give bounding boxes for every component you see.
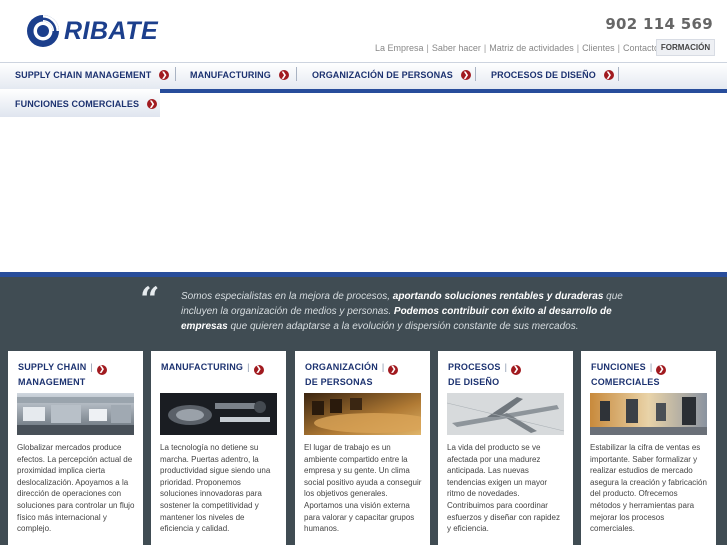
nav-item-label: MANUFACTURING bbox=[190, 69, 271, 80]
card-title-line: SUPPLY CHAIN bbox=[18, 362, 87, 372]
nav-divider bbox=[475, 67, 476, 81]
card-procesos-diseno: PROCESOS | ❯ DE DISEÑO La vida del product… bbox=[438, 351, 573, 545]
quote-icon: “ bbox=[140, 280, 160, 320]
nav-item-label: ORGANIZACIÓN DE PERSONAS bbox=[312, 69, 453, 80]
nav-divider bbox=[618, 67, 619, 81]
card-manufacturing: MANUFACTURING | ❯ La tecnología no detiene… bbox=[151, 351, 286, 545]
nav-item-procesos-diseno[interactable]: PROCESOS DE DISEÑO ❯ bbox=[491, 62, 614, 87]
top-link-saber-hacer[interactable]: Saber hacer bbox=[432, 43, 481, 53]
machinery-photo bbox=[160, 393, 277, 435]
arrow-right-circle-icon: ❯ bbox=[147, 98, 158, 109]
nav-divider bbox=[296, 67, 297, 81]
nav-item-supply-chain[interactable]: SUPPLY CHAIN MANAGEMENT ❯ bbox=[15, 62, 170, 87]
arrow-right-circle-icon[interactable]: ❯ bbox=[656, 365, 667, 375]
card-title-line: MANAGEMENT bbox=[18, 377, 86, 387]
mission-quote: Somos especialistas en la mejora de proc… bbox=[181, 289, 661, 334]
top-link-matriz[interactable]: Matriz de actividades bbox=[489, 43, 574, 53]
ribate-logo-icon bbox=[27, 15, 59, 47]
arrow-right-circle-icon: ❯ bbox=[159, 69, 170, 80]
card-description: El lugar de trabajo es un ambiente compa… bbox=[304, 443, 422, 534]
card-title-line: ORGANIZACIÓN bbox=[305, 362, 378, 372]
card-title-line: DE PERSONAS bbox=[305, 377, 373, 387]
card-supply-chain: SUPPLY CHAIN | ❯ MANAGEMENT Globalizar mer… bbox=[8, 351, 143, 545]
card-title[interactable]: ORGANIZACIÓN | ❯ DE PERSONAS bbox=[305, 360, 399, 389]
arrow-right-circle-icon[interactable]: ❯ bbox=[511, 365, 522, 375]
card-description: La vida del producto se ve afectada por … bbox=[447, 443, 560, 534]
phone-number: 902 114 569 bbox=[605, 15, 713, 33]
arrow-right-circle-icon[interactable]: ❯ bbox=[96, 365, 107, 375]
card-title[interactable]: FUNCIONES | ❯ COMERCIALES bbox=[591, 360, 667, 389]
airplane-sketch-photo bbox=[447, 393, 564, 435]
card-funciones-comerciales: FUNCIONES | ❯ COMERCIALES Estabilizar la c… bbox=[581, 351, 716, 545]
nav-divider bbox=[175, 67, 176, 81]
meeting-table-photo bbox=[304, 393, 421, 435]
card-title[interactable]: MANUFACTURING | ❯ bbox=[161, 360, 264, 375]
card-description: Globalizar mercados produce efectos. La … bbox=[17, 443, 135, 534]
card-title-line: PROCESOS bbox=[448, 362, 501, 372]
card-title-line: DE DISEÑO bbox=[448, 377, 500, 387]
card-title-line: COMERCIALES bbox=[591, 377, 660, 387]
nav-item-manufacturing[interactable]: MANUFACTURING ❯ bbox=[190, 62, 289, 87]
top-links: La Empresa | Saber hacer | Matriz de activ… bbox=[375, 43, 660, 53]
arrow-right-circle-icon: ❯ bbox=[603, 69, 614, 80]
page: RIBATE 902 114 569 La Empresa | Saber hac… bbox=[0, 0, 727, 545]
quote-text: que quieren adaptarse a la evolución y d… bbox=[227, 321, 579, 332]
brand-name: RIBATE bbox=[64, 16, 159, 45]
ribate-logo[interactable]: RIBATE bbox=[26, 14, 158, 48]
quote-text: Somos especialistas en la mejora de proc… bbox=[181, 291, 393, 302]
formacion-button[interactable]: FORMACIÓN bbox=[656, 39, 715, 56]
arrow-right-circle-icon: ❯ bbox=[460, 69, 471, 80]
card-title[interactable]: PROCESOS | ❯ DE DISEÑO bbox=[448, 360, 522, 389]
nav-item-label: PROCESOS DE DISEÑO bbox=[491, 69, 596, 80]
arrow-right-circle-icon: ❯ bbox=[278, 69, 289, 80]
top-link-clientes[interactable]: Clientes bbox=[582, 43, 615, 53]
nav-item-label: FUNCIONES COMERCIALES bbox=[15, 98, 140, 109]
nav-item-label: SUPPLY CHAIN MANAGEMENT bbox=[15, 69, 152, 80]
top-link-contacto[interactable]: Contacto bbox=[623, 43, 659, 53]
card-description: La tecnología no detiene su marcha. Puer… bbox=[160, 443, 271, 534]
nav-item-organizacion[interactable]: ORGANIZACIÓN DE PERSONAS ❯ bbox=[312, 62, 471, 87]
card-description: Estabilizar la cifra de ventas es import… bbox=[590, 443, 707, 534]
warehouse-photo bbox=[17, 393, 134, 435]
card-title-line: FUNCIONES bbox=[591, 362, 646, 372]
arrow-right-circle-icon[interactable]: ❯ bbox=[253, 365, 264, 375]
card-title-line: MANUFACTURING bbox=[161, 362, 244, 372]
top-link-empresa[interactable]: La Empresa bbox=[375, 43, 424, 53]
nav-item-funciones-comerciales[interactable]: FUNCIONES COMERCIALES ❯ bbox=[15, 91, 158, 116]
quote-highlight: aportando soluciones rentables y durader… bbox=[392, 291, 604, 302]
office-chairs-photo bbox=[590, 393, 707, 435]
card-organizacion: ORGANIZACIÓN | ❯ DE PERSONAS El lugar de t… bbox=[295, 351, 430, 545]
arrow-right-circle-icon[interactable]: ❯ bbox=[388, 365, 399, 375]
card-title[interactable]: SUPPLY CHAIN | ❯ MANAGEMENT bbox=[18, 360, 107, 389]
nav-accent-strip bbox=[160, 89, 727, 93]
